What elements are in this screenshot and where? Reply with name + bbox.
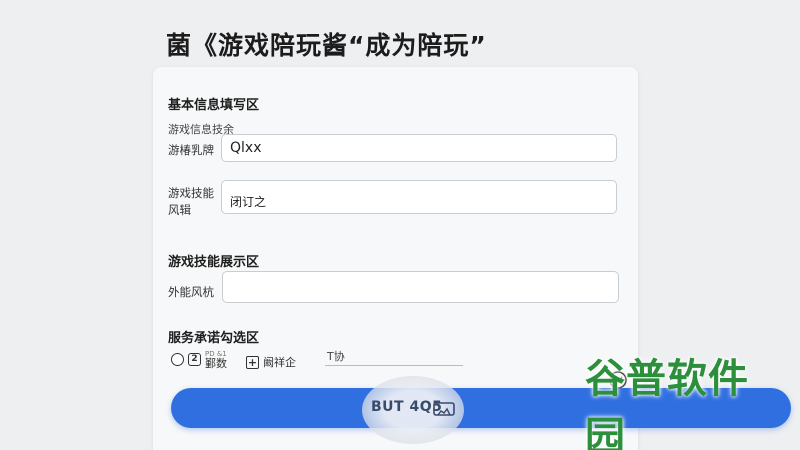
basic-info-section-title: 基本信息填写区: [168, 98, 260, 113]
option-radio[interactable]: [171, 353, 184, 366]
watermark-text: 谷普软件园: [585, 355, 749, 450]
option-plus-label: 阚祥企: [263, 356, 296, 369]
field-label-game-skill: 游戏技能风辑: [168, 186, 214, 217]
option-badge[interactable]: 2 PD &1 鄞数: [188, 349, 227, 369]
submit-button-label[interactable]: BUT 4Q5: [371, 399, 442, 415]
service-commitment-section-title: 服务承诺勾选区: [168, 331, 260, 346]
skill-showcase-section-title: 游戏技能展示区: [168, 255, 260, 270]
radio-circle-icon: [171, 353, 184, 366]
field-label-game-name: 游椿乳牌: [168, 143, 214, 157]
option-plus[interactable]: + 阚祥企: [246, 354, 296, 370]
game-skill-input[interactable]: 闭订之: [221, 180, 617, 214]
game-name-input[interactable]: Qlxx: [221, 134, 617, 162]
page-title: 菌《游戏陪玩酱“成为陪玩”: [166, 31, 487, 60]
badge-icon: 2: [188, 352, 201, 366]
option-badge-label: 鄞数: [205, 357, 227, 370]
plus-box-icon: +: [246, 355, 259, 369]
watermark-logo: 谷普软件园: [585, 356, 785, 450]
card-icon: [433, 402, 455, 416]
skill-showcase-input[interactable]: [222, 271, 619, 303]
service-note-input[interactable]: T协: [325, 348, 463, 366]
field-label-skill-showcase: 外能风杭: [168, 285, 214, 299]
